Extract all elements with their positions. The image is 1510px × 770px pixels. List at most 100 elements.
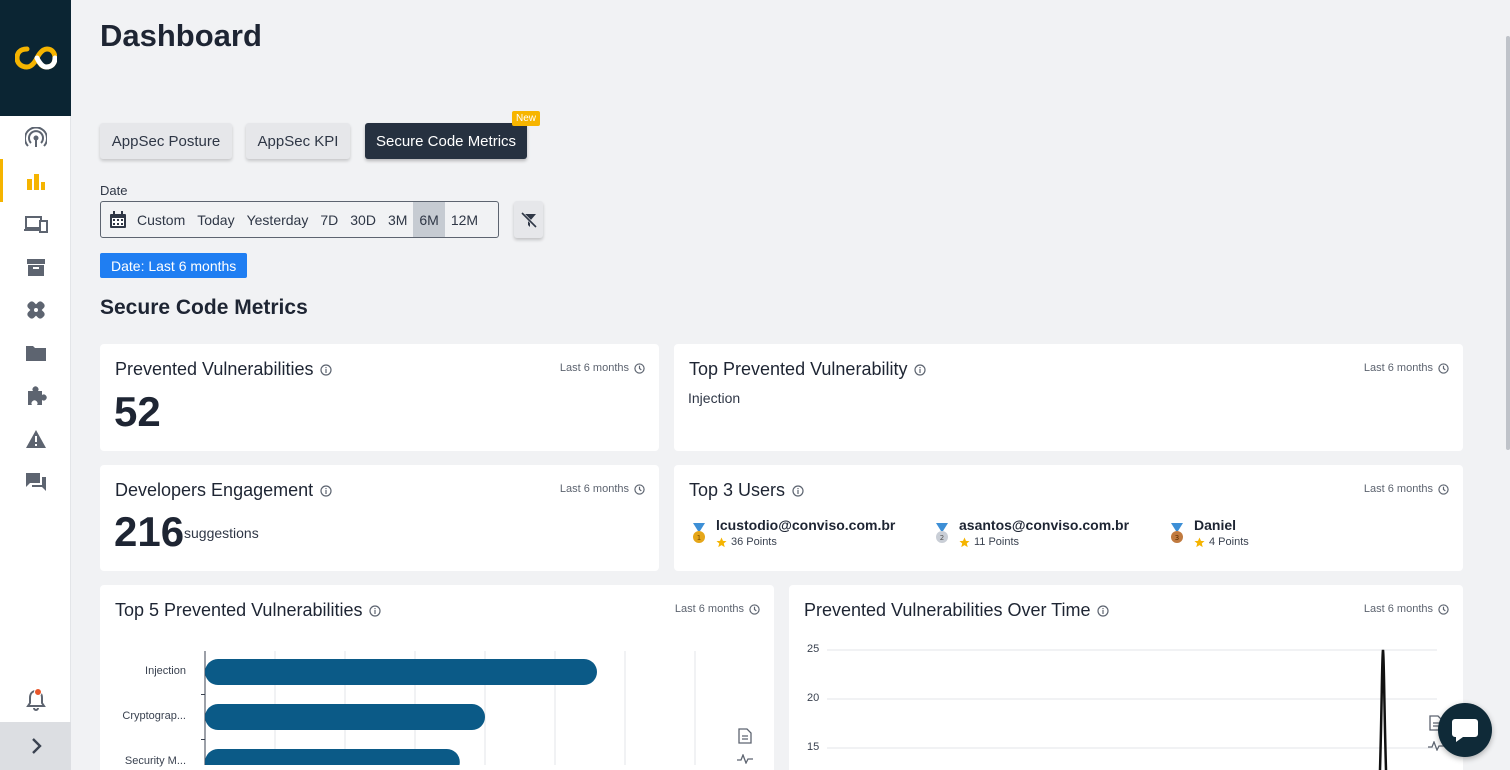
date-option-12m[interactable]: 12M [445,202,484,237]
card-title: Top 3 Users [689,480,786,500]
info-icon[interactable] [1097,604,1110,617]
top-user-2: 2 asantos@conviso.com.br 11 Points [933,517,1129,548]
info-icon[interactable] [792,484,804,497]
nav-dashboard[interactable] [0,159,71,202]
folder-icon [25,345,46,361]
conviso-logo[interactable] [0,0,71,116]
card-title-wrap: Developers Engagement [115,480,332,501]
date-option-today[interactable]: Today [191,202,240,237]
date-option-6m[interactable]: 6M [413,202,445,237]
period-label: Last 6 months [674,603,744,615]
engagement-unit: suggestions [184,525,259,541]
engagement-count: 216 [114,508,185,555]
nav-assets[interactable] [0,202,71,245]
bronze-medal-icon: 3 [1171,523,1183,543]
info-icon[interactable] [369,604,382,617]
nav-alerts[interactable] [0,417,71,460]
nav-projects[interactable] [0,331,71,374]
top5-bar-chart [201,651,696,765]
support-chat-button[interactable] [1438,703,1492,757]
user-points: 36 Points [731,536,777,548]
notifications-button[interactable] [0,682,71,718]
top-users-card: Top 3 Users Last 6 months 1 lcustodio@co… [674,465,1463,571]
card-title-wrap: Top 5 Prevented Vulnerabilities [115,600,382,621]
period-label: Last 6 months [559,362,629,374]
date-option-30d[interactable]: 30D [344,202,382,237]
y-tick-label: 15 [807,741,820,753]
date-option-custom[interactable]: Custom [127,202,191,237]
user-points-wrap: 11 Points [959,536,1129,548]
card-title: Top 5 Prevented Vulnerabilities [115,600,363,620]
tab-secure-code-metrics[interactable]: Secure Code Metrics [365,123,527,159]
nav-radar[interactable] [0,116,71,159]
top-vulnerability-name: Injection [688,390,741,406]
nav-vulnerabilities[interactable] [0,288,71,331]
star-icon [716,536,727,547]
period-label-wrap: Last 6 months [560,362,645,374]
user-email: lcustodio@conviso.com.br [716,517,896,533]
category-label: Injection [145,665,186,677]
bar-chart-icon [26,173,45,190]
info-icon[interactable] [320,363,333,376]
puzzle-icon [27,385,47,405]
expand-sidebar-button[interactable] [0,722,71,770]
nav-messages[interactable] [0,460,71,503]
bar[interactable] [205,704,485,730]
top-user-1: 1 lcustodio@conviso.com.br 36 Points [690,517,895,548]
gold-medal-icon: 1 [693,523,705,543]
date-option-7d[interactable]: 7D [314,202,344,237]
clock-icon [1438,483,1449,495]
svg-text:2: 2 [940,534,944,542]
page-scrollbar[interactable] [1506,36,1510,450]
clock-icon [634,362,645,374]
card-title: Top Prevented Vulnerability [689,359,908,379]
info-icon[interactable] [914,363,927,376]
active-date-filter-chip[interactable]: Date: Last 6 months [100,253,248,278]
period-label-wrap: Last 6 months [560,483,645,495]
user-points-wrap: 4 Points [1194,536,1249,548]
card-title-wrap: Prevented Vulnerabilities Over Time [804,600,1110,621]
bandage-icon [26,300,45,319]
tab-appsec-posture[interactable]: AppSec Posture [100,123,232,159]
chevron-right-icon [31,738,42,754]
period-label-wrap: Last 6 months [1364,362,1449,374]
top-prevented-vulnerability-card: Top Prevented Vulnerability Last 6 month… [674,344,1463,451]
devices-icon [23,215,48,233]
bar[interactable] [205,749,460,765]
card-title: Prevented Vulnerabilities Over Time [804,600,1091,620]
date-label: Date [100,183,128,198]
info-icon[interactable] [320,484,332,497]
infinity-logo-icon [14,46,57,70]
period-label: Last 6 months [559,483,629,495]
y-tick-label: 25 [807,643,820,655]
clear-filter-button[interactable] [514,201,543,238]
tab-appsec-kpi[interactable]: AppSec KPI [246,123,350,159]
date-range-selector: Custom Today Yesterday 7D 30D 3M 6M 12M [100,201,499,238]
bar[interactable] [205,659,597,685]
clock-icon [634,483,645,495]
sidebar [0,0,71,770]
period-label: Last 6 months [1363,603,1433,615]
category-label: Cryptograp... [122,710,186,722]
series-line[interactable] [1378,649,1388,770]
nav-integrations[interactable] [0,374,71,417]
export-document-icon[interactable] [738,728,752,744]
calendar-button[interactable] [101,202,127,237]
developers-engagement-card: Developers Engagement Last 6 months 216 … [100,465,659,571]
archive-icon [26,258,45,276]
date-option-3m[interactable]: 3M [382,202,413,237]
nav-archive[interactable] [0,245,71,288]
card-title: Developers Engagement [115,480,314,500]
y-tick-label: 20 [807,692,820,704]
clock-icon [1438,603,1449,615]
over-time-line-chart [827,649,1437,770]
period-label-wrap: Last 6 months [1364,483,1449,495]
radar-icon [24,126,47,147]
top-user-3: 3 Daniel 4 Points [1168,517,1249,548]
over-time-card: Prevented Vulnerabilities Over Time Last… [789,585,1463,770]
clock-icon [749,603,760,615]
line-toggle-icon[interactable] [737,754,753,764]
notification-dot [34,688,42,696]
card-title-wrap: Top 3 Users [689,480,804,501]
date-option-yesterday[interactable]: Yesterday [241,202,315,237]
